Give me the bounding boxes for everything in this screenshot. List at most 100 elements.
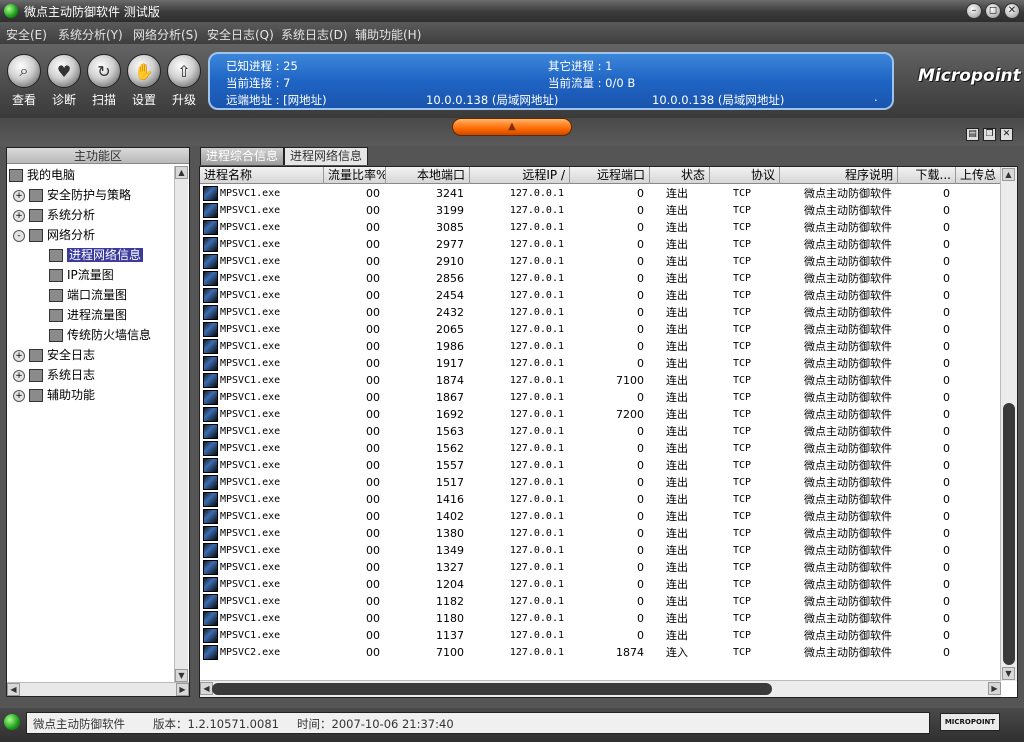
table-cell: 3199 [436, 204, 464, 217]
column-header[interactable]: 下载... [898, 167, 956, 184]
scroll-up-arrow-icon[interactable]: ▲ [175, 166, 188, 179]
table-row[interactable]: MPSVC1.exe 00 1416 127.0.0.1 0 连出 TCP 微点主动防御软件 0 [200, 491, 1001, 508]
collapse-icon[interactable]: - [13, 229, 25, 242]
scroll-right-arrow-icon[interactable]: ▶ [176, 683, 189, 696]
table-row[interactable]: MPSVC1.exe 00 1986 127.0.0.1 0 连出 TCP 微点主动防御软件 0 [200, 338, 1001, 355]
table-scroll-up-icon[interactable]: ▲ [1002, 168, 1015, 181]
table-cell: 微点主动防御软件 [804, 289, 892, 302]
tree-item[interactable]: 端口流量图 [49, 286, 127, 305]
column-header[interactable]: 流量比率% [324, 167, 386, 184]
table-row[interactable]: MPSVC1.exe 00 1562 127.0.0.1 0 连出 TCP 微点主动防御软件 0 [200, 440, 1001, 457]
column-header[interactable]: 上传总 [956, 167, 1006, 184]
tree-item[interactable]: + 系统日志 [13, 366, 95, 385]
table-cell: 00 [366, 306, 380, 319]
menu-network-analysis[interactable]: 网络分析(S) [133, 26, 198, 43]
table-scroll-right-icon[interactable]: ▶ [988, 682, 1001, 695]
menu-security-log[interactable]: 安全日志(Q) [207, 26, 274, 43]
tree-item[interactable]: 进程网络信息 [49, 246, 144, 265]
table-row[interactable]: MPSVC1.exe 00 2432 127.0.0.1 0 连出 TCP 微点主动防御软件 0 [200, 304, 1001, 321]
table-row[interactable]: MPSVC1.exe 00 1557 127.0.0.1 0 连出 TCP 微点主动防御软件 0 [200, 457, 1001, 474]
table-scroll-down-icon[interactable]: ▼ [1002, 667, 1015, 680]
menu-system-log[interactable]: 系统日志(D) [281, 26, 348, 43]
table-row[interactable]: MPSVC1.exe 00 1204 127.0.0.1 0 连出 TCP 微点主动防御软件 0 [200, 576, 1001, 593]
tile-icon[interactable]: ▤ [966, 128, 979, 141]
table-row[interactable]: MPSVC1.exe 00 3241 127.0.0.1 0 连出 TCP 微点主动防御软件 0 [200, 185, 1001, 202]
table-row[interactable]: MPSVC1.exe 00 2977 127.0.0.1 0 连出 TCP 微点主动防御软件 0 [200, 236, 1001, 253]
tree-item[interactable]: 进程流量图 [49, 306, 127, 325]
table-row[interactable]: MPSVC1.exe 00 1867 127.0.0.1 0 连出 TCP 微点主动防御软件 0 [200, 389, 1001, 406]
table-row[interactable]: MPSVC1.exe 00 1182 127.0.0.1 0 连出 TCP 微点主动防御软件 0 [200, 593, 1001, 610]
table-row[interactable]: MPSVC1.exe 00 1917 127.0.0.1 0 连出 TCP 微点主动防御软件 0 [200, 355, 1001, 372]
table-row[interactable]: MPSVC1.exe 00 3199 127.0.0.1 0 连出 TCP 微点主动防御软件 0 [200, 202, 1001, 219]
minimize-button[interactable]: – [966, 3, 982, 19]
chart-icon [49, 289, 63, 302]
tree-item[interactable]: - 网络分析 [13, 226, 95, 245]
scroll-left-arrow-icon[interactable]: ◀ [7, 683, 20, 696]
table-cell: 00 [366, 561, 380, 574]
column-header[interactable]: 程序说明 [780, 167, 898, 184]
table-row[interactable]: MPSVC1.exe 00 1563 127.0.0.1 0 连出 TCP 微点主动防御软件 0 [200, 423, 1001, 440]
table-cell: 微点主动防御软件 [804, 578, 892, 591]
table-row[interactable]: MPSVC1.exe 00 1327 127.0.0.1 0 连出 TCP 微点主动防御软件 0 [200, 559, 1001, 576]
table-row[interactable]: MPSVC1.exe 00 1874 127.0.0.1 7100 连出 TCP 微点主动防御… [200, 372, 1001, 389]
table-row[interactable]: MPSVC1.exe 00 2454 127.0.0.1 0 连出 TCP 微点主动防御软件 0 [200, 287, 1001, 304]
tab-process-overview[interactable]: 进程综合信息 [200, 147, 285, 165]
scroll-down-arrow-icon[interactable]: ▼ [175, 669, 188, 682]
expand-icon[interactable]: + [13, 369, 25, 382]
table-row[interactable]: MPSVC1.exe 00 1137 127.0.0.1 0 连出 TCP 微点主动防御软件 0 [200, 627, 1001, 644]
expand-icon[interactable]: + [13, 209, 25, 222]
horizontal-scroll-thumb[interactable] [212, 683, 772, 695]
table-row[interactable]: MPSVC2.exe 00 7100 127.0.0.1 1874 连入 TCP 微点主动防御… [200, 644, 1001, 661]
cascade-icon[interactable]: ❐ [983, 128, 996, 141]
restore-button[interactable]: ◻ [985, 3, 1001, 19]
close-button[interactable]: ✕ [1004, 3, 1020, 19]
tree-item[interactable]: + 系统分析 [13, 206, 95, 225]
table-vertical-scrollbar[interactable]: ▲ ▼ [1000, 167, 1017, 681]
vertical-scroll-thumb[interactable] [1003, 403, 1015, 665]
settings-label: 设置 [131, 93, 156, 107]
view-button[interactable]: ⌕ 查看 [4, 54, 44, 108]
tree-vertical-scrollbar[interactable]: ▲ ▼ [174, 166, 188, 682]
menu-security[interactable]: 安全(E) [6, 26, 47, 43]
tree-item[interactable]: + 安全防护与策略 [13, 186, 131, 205]
column-header[interactable]: 状态 [650, 167, 710, 184]
column-header[interactable]: 本地端口 [386, 167, 470, 184]
table-cell: TCP [732, 562, 752, 573]
column-header[interactable]: 远程端口 [570, 167, 650, 184]
menu-system-analysis[interactable]: 系统分析(Y) [58, 26, 123, 43]
table-row[interactable]: MPSVC1.exe 00 2856 127.0.0.1 0 连出 TCP 微点主动防御软件 0 [200, 270, 1001, 287]
expand-icon[interactable]: + [13, 389, 25, 402]
tree-horizontal-scrollbar[interactable]: ◀ ▶ [7, 682, 189, 696]
tab-process-network[interactable]: 进程网络信息 [284, 147, 369, 165]
settings-button[interactable]: ✋ 设置 [124, 54, 164, 108]
expand-icon[interactable]: + [13, 349, 25, 362]
column-header[interactable]: 协议 [710, 167, 780, 184]
expand-icon[interactable]: + [13, 189, 25, 202]
tree-item[interactable]: + 安全日志 [13, 346, 95, 365]
table-row[interactable]: MPSVC1.exe 00 2065 127.0.0.1 0 连出 TCP 微点主动防御软件 0 [200, 321, 1001, 338]
table-row[interactable]: MPSVC1.exe 00 3085 127.0.0.1 0 连出 TCP 微点主动防御软件 0 [200, 219, 1001, 236]
column-header[interactable]: 进程名称 [200, 167, 324, 184]
table-row[interactable]: MPSVC1.exe 00 1692 127.0.0.1 7200 连出 TCP 微点主动防御… [200, 406, 1001, 423]
table-row[interactable]: MPSVC1.exe 00 1517 127.0.0.1 0 连出 TCP 微点主动防御软件 0 [200, 474, 1001, 491]
diagnose-button[interactable]: ♥ 诊断 [44, 54, 84, 108]
process-icon [203, 203, 218, 218]
tree-item[interactable]: 我的电脑 [9, 166, 75, 185]
collapse-toolbar-button[interactable]: ▲ [452, 118, 572, 136]
table-row[interactable]: MPSVC1.exe 00 1380 127.0.0.1 0 连出 TCP 微点主动防御软件 0 [200, 525, 1001, 542]
column-header[interactable]: 远程IP / [470, 167, 570, 184]
panel-close-icon[interactable]: ✕ [1000, 128, 1013, 141]
scan-button[interactable]: ↻ 扫描 [84, 54, 124, 108]
panel-splitter[interactable] [190, 147, 198, 697]
menu-tools[interactable]: 辅助功能(H) [355, 26, 421, 43]
table-row[interactable]: MPSVC1.exe 00 1349 127.0.0.1 0 连出 TCP 微点主动防御软件 0 [200, 542, 1001, 559]
process-icon [203, 186, 218, 201]
upgrade-button[interactable]: ⇧ 升级 [164, 54, 204, 108]
table-row[interactable]: MPSVC1.exe 00 2910 127.0.0.1 0 连出 TCP 微点主动防御软件 0 [200, 253, 1001, 270]
tree-item[interactable]: IP流量图 [49, 266, 114, 285]
tree-item[interactable]: 传统防火墙信息 [49, 326, 151, 345]
tree-item[interactable]: + 辅助功能 [13, 386, 95, 405]
table-row[interactable]: MPSVC1.exe 00 1180 127.0.0.1 0 连出 TCP 微点主动防御软件 0 [200, 610, 1001, 627]
table-row[interactable]: MPSVC1.exe 00 1402 127.0.0.1 0 连出 TCP 微点主动防御软件 0 [200, 508, 1001, 525]
table-horizontal-scrollbar[interactable]: ◀ ▶ [200, 680, 1001, 697]
